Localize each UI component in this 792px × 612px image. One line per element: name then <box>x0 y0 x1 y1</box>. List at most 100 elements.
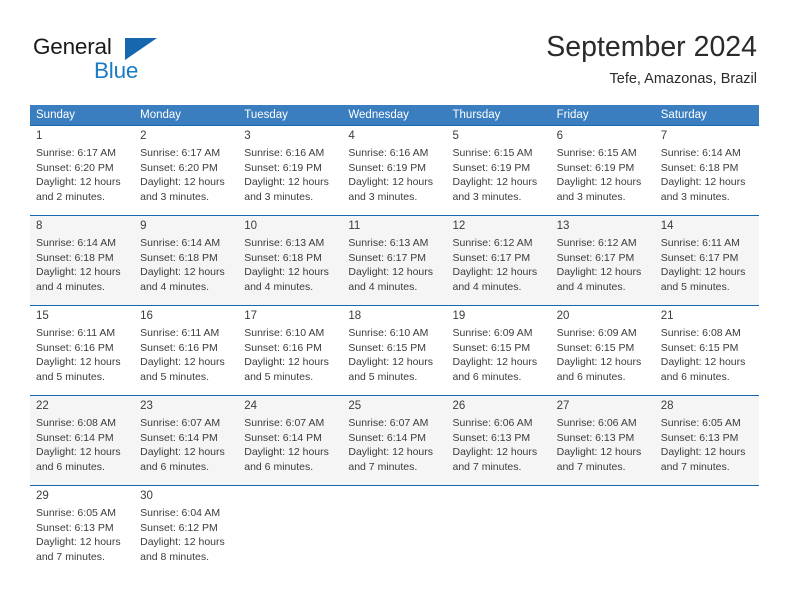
day-details: Sunrise: 6:14 AM Sunset: 6:18 PM Dayligh… <box>140 236 232 295</box>
day-cell[interactable]: 29 Sunrise: 6:05 AM Sunset: 6:13 PM Dayl… <box>30 486 135 575</box>
daylight-text-line1: Daylight: 12 hours <box>244 446 329 459</box>
sunrise-text: Sunrise: 6:07 AM <box>244 417 325 429</box>
day-cell[interactable]: 15 Sunrise: 6:11 AM Sunset: 6:16 PM Dayl… <box>30 306 135 395</box>
day-cell[interactable]: 11 Sunrise: 6:13 AM Sunset: 6:17 PM Dayl… <box>342 216 447 305</box>
day-cell-empty <box>654 486 759 575</box>
day-cell[interactable]: 21 Sunrise: 6:08 AM Sunset: 6:15 PM Dayl… <box>654 306 759 395</box>
day-cell[interactable]: 13 Sunrise: 6:12 AM Sunset: 6:17 PM Dayl… <box>550 216 655 305</box>
sunrise-text: Sunrise: 6:07 AM <box>140 417 221 429</box>
logo-text-general: General <box>33 34 112 59</box>
day-cell[interactable]: 12 Sunrise: 6:12 AM Sunset: 6:17 PM Dayl… <box>446 216 551 305</box>
day-details: Sunrise: 6:11 AM Sunset: 6:16 PM Dayligh… <box>36 326 128 385</box>
day-of-week-sunday: Sunday <box>36 109 76 121</box>
day-cell[interactable]: 20 Sunrise: 6:09 AM Sunset: 6:15 PM Dayl… <box>550 306 655 395</box>
day-number: 22 <box>36 400 49 412</box>
daylight-text-line1: Daylight: 12 hours <box>452 266 538 279</box>
day-details: Sunrise: 6:15 AM Sunset: 6:19 PM Dayligh… <box>557 146 649 205</box>
day-details: Sunrise: 6:07 AM Sunset: 6:14 PM Dayligh… <box>348 416 440 475</box>
daylight-text-line1: Daylight: 12 hours <box>452 446 538 459</box>
day-details: Sunrise: 6:13 AM Sunset: 6:18 PM Dayligh… <box>244 236 336 295</box>
day-cell[interactable]: 22 Sunrise: 6:08 AM Sunset: 6:14 PM Dayl… <box>30 396 135 485</box>
sunrise-text: Sunrise: 6:11 AM <box>140 327 220 339</box>
sunrise-text: Sunrise: 6:10 AM <box>348 327 429 339</box>
sunrise-text: Sunrise: 6:09 AM <box>556 327 637 339</box>
sunset-text: Sunset: 6:19 PM <box>244 161 322 174</box>
day-cell[interactable]: 7 Sunrise: 6:14 AM Sunset: 6:18 PM Dayli… <box>654 126 759 215</box>
sunset-text: Sunset: 6:19 PM <box>348 161 427 174</box>
day-of-week-thursday: Thursday <box>452 109 501 121</box>
sunrise-text: Sunrise: 6:05 AM <box>36 507 116 519</box>
page-subtitle: Tefe, Amazonas, Brazil <box>609 71 758 87</box>
sunset-text: Sunset: 6:18 PM <box>660 161 739 174</box>
day-cell[interactable]: 6 Sunrise: 6:15 AM Sunset: 6:19 PM Dayli… <box>550 126 655 215</box>
day-cell[interactable]: 2 Sunrise: 6:17 AM Sunset: 6:20 PM Dayli… <box>134 126 239 215</box>
daylight-text-line2: and 5 minutes. <box>36 371 105 384</box>
sunrise-text: Sunrise: 6:16 AM <box>348 147 429 159</box>
day-cell[interactable]: 9 Sunrise: 6:14 AM Sunset: 6:18 PM Dayli… <box>134 216 239 305</box>
day-cell[interactable]: 1 Sunrise: 6:17 AM Sunset: 6:20 PM Dayli… <box>30 126 135 215</box>
daylight-text-line2: and 5 minutes. <box>140 371 210 384</box>
sunrise-text: Sunrise: 6:13 AM <box>244 237 325 249</box>
sunset-text: Sunset: 6:15 PM <box>348 341 427 354</box>
sunset-text: Sunset: 6:13 PM <box>36 521 114 534</box>
day-cell[interactable]: 5 Sunrise: 6:15 AM Sunset: 6:19 PM Dayli… <box>446 126 551 215</box>
day-cell[interactable]: 27 Sunrise: 6:06 AM Sunset: 6:13 PM Dayl… <box>550 396 655 485</box>
sunset-text: Sunset: 6:13 PM <box>556 431 635 444</box>
day-details: Sunrise: 6:12 AM Sunset: 6:17 PM Dayligh… <box>557 236 649 295</box>
daylight-text-line2: and 6 minutes. <box>244 461 314 474</box>
daylight-text-line1: Daylight: 12 hours <box>140 536 225 549</box>
sunrise-text: Sunrise: 6:16 AM <box>244 147 325 159</box>
day-cell[interactable]: 10 Sunrise: 6:13 AM Sunset: 6:18 PM Dayl… <box>238 216 343 305</box>
sunset-text: Sunset: 6:16 PM <box>140 341 218 354</box>
daylight-text-line1: Daylight: 12 hours <box>36 446 121 459</box>
daylight-text-line2: and 4 minutes. <box>348 281 418 294</box>
day-cell[interactable]: 28 Sunrise: 6:05 AM Sunset: 6:13 PM Dayl… <box>654 396 759 485</box>
day-cell[interactable]: 14 Sunrise: 6:11 AM Sunset: 6:17 PM Dayl… <box>654 216 759 305</box>
sunrise-text: Sunrise: 6:06 AM <box>452 417 533 429</box>
day-cell[interactable]: 18 Sunrise: 6:10 AM Sunset: 6:15 PM Dayl… <box>342 306 447 395</box>
day-cell[interactable]: 17 Sunrise: 6:10 AM Sunset: 6:16 PM Dayl… <box>238 306 343 395</box>
day-details: Sunrise: 6:13 AM Sunset: 6:17 PM Dayligh… <box>348 236 440 295</box>
day-number: 5 <box>452 130 459 142</box>
day-cell[interactable]: 3 Sunrise: 6:16 AM Sunset: 6:19 PM Dayli… <box>238 126 343 215</box>
day-number: 15 <box>36 310 49 322</box>
sunset-text: Sunset: 6:18 PM <box>36 251 114 264</box>
generalblue-logo[interactable]: General Blue <box>33 34 273 86</box>
daylight-text-line1: Daylight: 12 hours <box>452 176 538 189</box>
sunset-text: Sunset: 6:17 PM <box>556 251 635 264</box>
daylight-text-line2: and 3 minutes. <box>140 191 210 204</box>
day-cell[interactable]: 26 Sunrise: 6:06 AM Sunset: 6:13 PM Dayl… <box>446 396 551 485</box>
daylight-text-line1: Daylight: 12 hours <box>348 176 434 189</box>
day-cell[interactable]: 24 Sunrise: 6:07 AM Sunset: 6:14 PM Dayl… <box>238 396 343 485</box>
day-details: Sunrise: 6:08 AM Sunset: 6:14 PM Dayligh… <box>36 416 128 475</box>
daylight-text-line1: Daylight: 12 hours <box>556 446 642 459</box>
daylight-text-line2: and 4 minutes. <box>140 281 210 294</box>
daylight-text-line2: and 3 minutes. <box>244 191 314 204</box>
day-cell[interactable]: 8 Sunrise: 6:14 AM Sunset: 6:18 PM Dayli… <box>30 216 135 305</box>
daylight-text-line2: and 3 minutes. <box>348 191 418 204</box>
sunset-text: Sunset: 6:17 PM <box>348 251 427 264</box>
day-cell[interactable]: 19 Sunrise: 6:09 AM Sunset: 6:15 PM Dayl… <box>446 306 551 395</box>
day-cell[interactable]: 30 Sunrise: 6:04 AM Sunset: 6:12 PM Dayl… <box>134 486 239 575</box>
day-number: 17 <box>244 310 258 322</box>
day-cell[interactable]: 4 Sunrise: 6:16 AM Sunset: 6:19 PM Dayli… <box>342 126 447 215</box>
daylight-text-line2: and 5 minutes. <box>348 371 418 384</box>
sunset-text: Sunset: 6:12 PM <box>140 521 218 534</box>
day-number: 11 <box>348 220 361 232</box>
day-details: Sunrise: 6:12 AM Sunset: 6:17 PM Dayligh… <box>453 236 545 295</box>
daylight-text-line1: Daylight: 12 hours <box>556 266 642 279</box>
day-number: 18 <box>348 310 362 322</box>
daylight-text-line2: and 6 minutes. <box>556 371 626 384</box>
sunset-text: Sunset: 6:15 PM <box>452 341 531 354</box>
daylight-text-line2: and 4 minutes. <box>244 281 314 294</box>
daylight-text-line1: Daylight: 12 hours <box>660 356 746 369</box>
day-cell[interactable]: 16 Sunrise: 6:11 AM Sunset: 6:16 PM Dayl… <box>134 306 239 395</box>
daylight-text-line2: and 6 minutes. <box>140 461 210 474</box>
day-cell[interactable]: 23 Sunrise: 6:07 AM Sunset: 6:14 PM Dayl… <box>134 396 239 485</box>
daylight-text-line2: and 8 minutes. <box>140 551 210 564</box>
day-cell[interactable]: 25 Sunrise: 6:07 AM Sunset: 6:14 PM Dayl… <box>342 396 447 485</box>
sunrise-text: Sunrise: 6:06 AM <box>556 417 637 429</box>
calendar-grid: Sunday Monday Tuesday Wednesday Thursday… <box>30 105 759 575</box>
daylight-text-line2: and 2 minutes. <box>36 191 105 204</box>
daylight-text-line1: Daylight: 12 hours <box>36 536 121 549</box>
